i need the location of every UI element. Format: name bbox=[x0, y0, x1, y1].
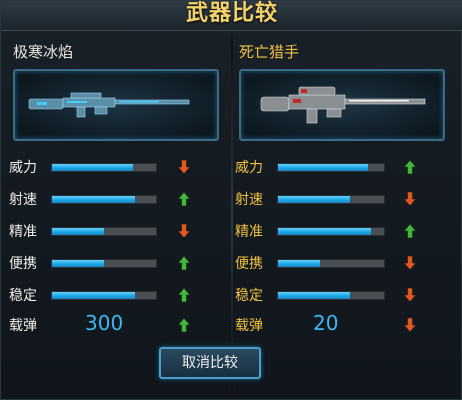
stat-row-stability: 稳定 bbox=[233, 283, 455, 307]
arrow-down-icon bbox=[177, 159, 191, 175]
stat-label: 威力 bbox=[235, 160, 263, 176]
stat-bar-fill bbox=[278, 292, 351, 299]
stat-label: 精准 bbox=[235, 224, 263, 240]
arrow-up-icon bbox=[177, 287, 191, 303]
stat-bar bbox=[277, 227, 385, 236]
right-weapon-name: 死亡猎手 bbox=[239, 43, 300, 61]
ammo-value: 300 bbox=[85, 311, 124, 335]
stat-bar bbox=[51, 227, 157, 236]
stat-label: 载弹 bbox=[235, 318, 263, 334]
stat-bar bbox=[277, 259, 385, 268]
stat-label: 便携 bbox=[235, 256, 263, 272]
title-bar: 武器比较 bbox=[1, 1, 462, 31]
arrow-up-icon bbox=[177, 317, 191, 333]
stat-bar-fill bbox=[52, 260, 104, 267]
stat-bar-fill bbox=[278, 196, 351, 203]
weapon-compare-window: 武器比较 极寒冰焰 威力 射速 精准 便携 稳定 载弹 300 死亡猎手 威力 … bbox=[0, 0, 462, 400]
arrow-down-icon bbox=[403, 255, 417, 271]
stat-bar-fill bbox=[52, 228, 104, 235]
stat-row-ammo: 载弹 20 bbox=[233, 311, 455, 337]
stat-row-power: 威力 bbox=[7, 155, 229, 179]
sniper-rifle-icon bbox=[260, 86, 426, 124]
stat-row-stability: 稳定 bbox=[7, 283, 229, 307]
stat-label: 稳定 bbox=[9, 288, 37, 304]
stat-row-portability: 便携 bbox=[7, 251, 229, 275]
stat-bar-fill bbox=[52, 292, 136, 299]
stat-label: 射速 bbox=[235, 192, 263, 208]
stat-bar bbox=[277, 195, 385, 204]
stat-bar-fill bbox=[52, 196, 136, 203]
stat-row-fire-rate: 射速 bbox=[233, 187, 455, 211]
cancel-compare-button[interactable]: 取消比较 bbox=[159, 347, 261, 379]
arrow-up-icon bbox=[403, 223, 417, 239]
stat-label: 精准 bbox=[9, 224, 37, 240]
left-weapon-image bbox=[13, 69, 219, 141]
stat-bar bbox=[277, 291, 385, 300]
window-title: 武器比较 bbox=[185, 1, 278, 26]
arrow-down-icon bbox=[403, 287, 417, 303]
left-weapon-name: 极寒冰焰 bbox=[13, 43, 74, 61]
arrow-down-icon bbox=[177, 223, 191, 239]
stat-row-accuracy: 精准 bbox=[233, 219, 455, 243]
stat-row-ammo: 载弹 300 bbox=[7, 311, 229, 337]
stat-bar-fill bbox=[278, 228, 372, 235]
stat-bar bbox=[277, 163, 385, 172]
stat-bar bbox=[51, 195, 157, 204]
arrow-up-icon bbox=[403, 159, 417, 175]
stat-bar-fill bbox=[278, 260, 321, 267]
stat-bar-fill bbox=[52, 164, 134, 171]
right-weapon-panel: 死亡猎手 威力 射速 精准 便携 稳定 载弹 20 bbox=[233, 37, 455, 337]
arrow-up-icon bbox=[177, 191, 191, 207]
arrow-up-icon bbox=[177, 255, 191, 271]
stat-row-portability: 便携 bbox=[233, 251, 455, 275]
ammo-value: 20 bbox=[313, 311, 339, 335]
stat-bar bbox=[51, 163, 157, 172]
stat-label: 威力 bbox=[9, 160, 37, 176]
left-weapon-panel: 极寒冰焰 威力 射速 精准 便携 稳定 载弹 300 bbox=[7, 37, 229, 337]
stat-label: 射速 bbox=[9, 192, 37, 208]
right-weapon-image bbox=[239, 69, 445, 141]
arrow-down-icon bbox=[403, 317, 417, 333]
stat-bar bbox=[51, 291, 157, 300]
stat-bar-fill bbox=[278, 164, 369, 171]
stat-label: 载弹 bbox=[9, 318, 37, 334]
stat-label: 稳定 bbox=[235, 288, 263, 304]
rifle-icon bbox=[28, 92, 190, 118]
stat-label: 便携 bbox=[9, 256, 37, 272]
arrow-down-icon bbox=[403, 191, 417, 207]
stat-row-accuracy: 精准 bbox=[7, 219, 229, 243]
stat-row-fire-rate: 射速 bbox=[7, 187, 229, 211]
stat-row-power: 威力 bbox=[233, 155, 455, 179]
stat-bar bbox=[51, 259, 157, 268]
